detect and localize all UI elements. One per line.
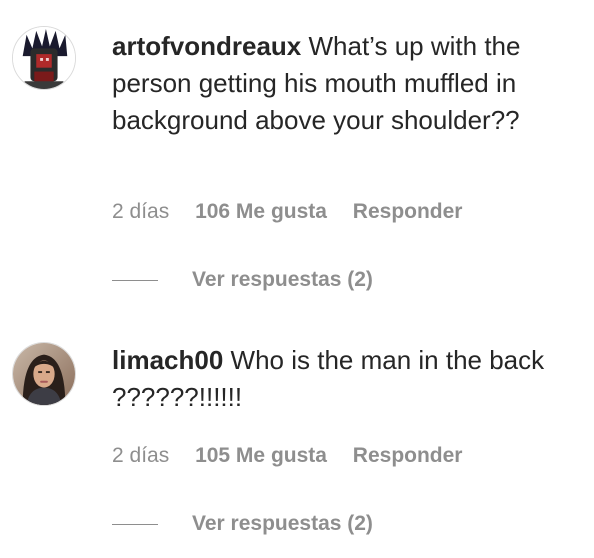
comment-likes[interactable]: 106 Me gusta (195, 200, 327, 223)
avatar-crowned-figure-image (13, 27, 75, 89)
reply-button[interactable]: Responder (353, 200, 463, 223)
avatar[interactable] (12, 342, 76, 406)
replies-divider-line (112, 279, 158, 281)
comment-time[interactable]: 2 días (112, 444, 169, 467)
replies-divider-line (112, 523, 158, 525)
view-replies-label: Ver respuestas (2) (192, 512, 373, 535)
reply-button[interactable]: Responder (353, 444, 463, 467)
comment-text-block: artofvondreaux What’s up with the person… (112, 28, 572, 139)
avatar-portrait-image (13, 343, 75, 405)
comment-meta: 2 días 105 Me gusta Responder (112, 444, 482, 468)
comment-time[interactable]: 2 días (112, 200, 169, 223)
avatar[interactable] (12, 26, 76, 90)
view-replies-button[interactable]: Ver respuestas (2) (112, 512, 373, 536)
comment-text-block: limach00 Who is the man in the back ????… (112, 342, 572, 416)
comment-meta: 2 días 106 Me gusta Responder (112, 200, 482, 224)
view-replies-label: Ver respuestas (2) (192, 268, 373, 291)
comment-username[interactable]: artofvondreaux (112, 31, 301, 61)
comment-likes[interactable]: 105 Me gusta (195, 444, 327, 467)
view-replies-button[interactable]: Ver respuestas (2) (112, 268, 373, 292)
comment-username[interactable]: limach00 (112, 345, 223, 375)
